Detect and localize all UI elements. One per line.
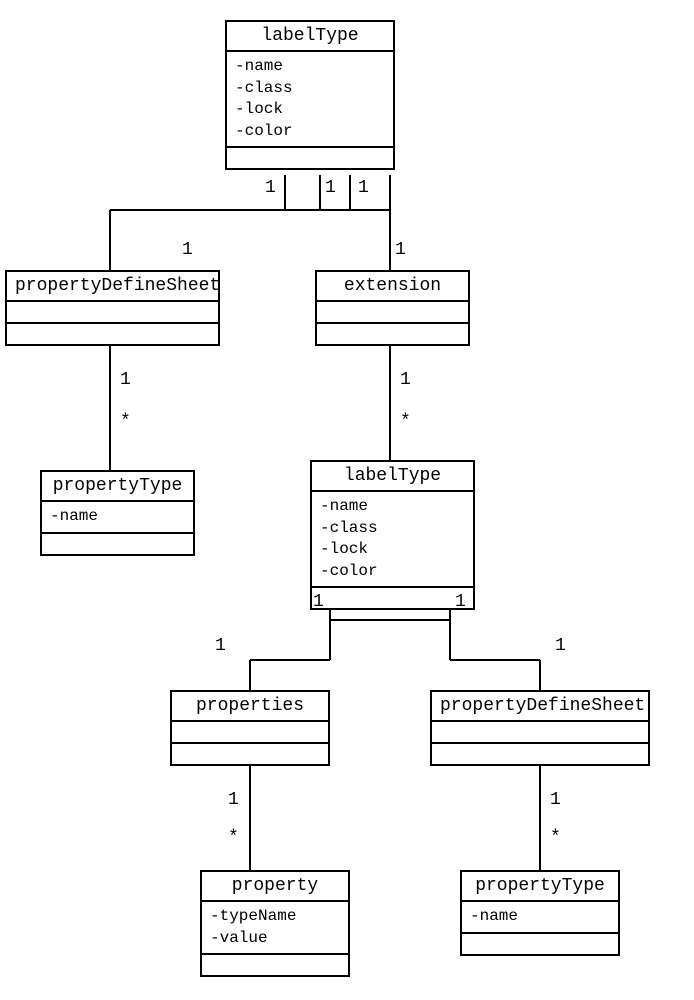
class-ops xyxy=(462,934,618,954)
mult-label: 1 xyxy=(120,370,131,390)
class-title: propertyDefineSheet xyxy=(432,692,648,722)
mult-label: 1 xyxy=(265,178,276,198)
mult-label: 1 xyxy=(215,636,226,656)
class-ops xyxy=(202,955,348,975)
mult-label: * xyxy=(228,828,239,848)
mult-label: 1 xyxy=(550,790,561,810)
class-title: labelType xyxy=(312,462,473,492)
class-propertyType-left: propertyType -name xyxy=(40,470,195,556)
attr: -class xyxy=(320,518,465,540)
mult-label: * xyxy=(400,412,411,432)
class-ops xyxy=(172,744,328,764)
class-attrs xyxy=(172,722,328,744)
mult-label: 1 xyxy=(395,240,406,260)
mult-label: 1 xyxy=(400,370,411,390)
class-attrs: -name xyxy=(462,902,618,934)
attr: -name xyxy=(470,906,610,928)
class-ops xyxy=(312,588,473,608)
class-ops xyxy=(7,324,218,344)
class-properties: properties xyxy=(170,690,330,766)
class-title: properties xyxy=(172,692,328,722)
class-attrs: -name -class -lock -color xyxy=(227,52,393,148)
attr: -typeName xyxy=(210,906,340,928)
class-title: labelType xyxy=(227,22,393,52)
class-extension: extension xyxy=(315,270,470,346)
class-propertyType-right: propertyType -name xyxy=(460,870,620,956)
class-attrs: -typeName -value xyxy=(202,902,348,955)
attr: -color xyxy=(235,121,385,143)
attr: -name xyxy=(50,506,185,528)
class-labelType-top: labelType -name -class -lock -color xyxy=(225,20,395,170)
class-propertyDefineSheet-bottom: propertyDefineSheet xyxy=(430,690,650,766)
class-attrs xyxy=(317,302,468,324)
attr: -lock xyxy=(235,99,385,121)
class-ops xyxy=(227,148,393,168)
class-title: extension xyxy=(317,272,468,302)
class-title: propertyDefineSheet xyxy=(7,272,218,302)
attr: -value xyxy=(210,928,340,950)
class-ops xyxy=(432,744,648,764)
diagram-canvas: labelType -name -class -lock -color prop… xyxy=(0,0,694,1000)
class-property: property -typeName -value xyxy=(200,870,350,977)
mult-label: 1 xyxy=(455,592,466,612)
class-attrs xyxy=(7,302,218,324)
mult-label: * xyxy=(550,828,561,848)
class-labelType-mid: labelType -name -class -lock -color xyxy=(310,460,475,610)
class-attrs xyxy=(432,722,648,744)
mult-label: 1 xyxy=(358,178,369,198)
attr: -lock xyxy=(320,539,465,561)
class-title: propertyType xyxy=(462,872,618,902)
attr: -name xyxy=(235,56,385,78)
mult-label: 1 xyxy=(555,636,566,656)
class-attrs: -name -class -lock -color xyxy=(312,492,473,588)
mult-label: 1 xyxy=(228,790,239,810)
class-attrs: -name xyxy=(42,502,193,534)
class-propertyDefineSheet-top: propertyDefineSheet xyxy=(5,270,220,346)
mult-label: 1 xyxy=(325,178,336,198)
class-title: propertyType xyxy=(42,472,193,502)
attr: -class xyxy=(235,78,385,100)
mult-label: 1 xyxy=(313,592,324,612)
mult-label: 1 xyxy=(182,240,193,260)
attr: -name xyxy=(320,496,465,518)
mult-label: * xyxy=(120,412,131,432)
class-ops xyxy=(42,534,193,554)
class-title: property xyxy=(202,872,348,902)
attr: -color xyxy=(320,561,465,583)
class-ops xyxy=(317,324,468,344)
